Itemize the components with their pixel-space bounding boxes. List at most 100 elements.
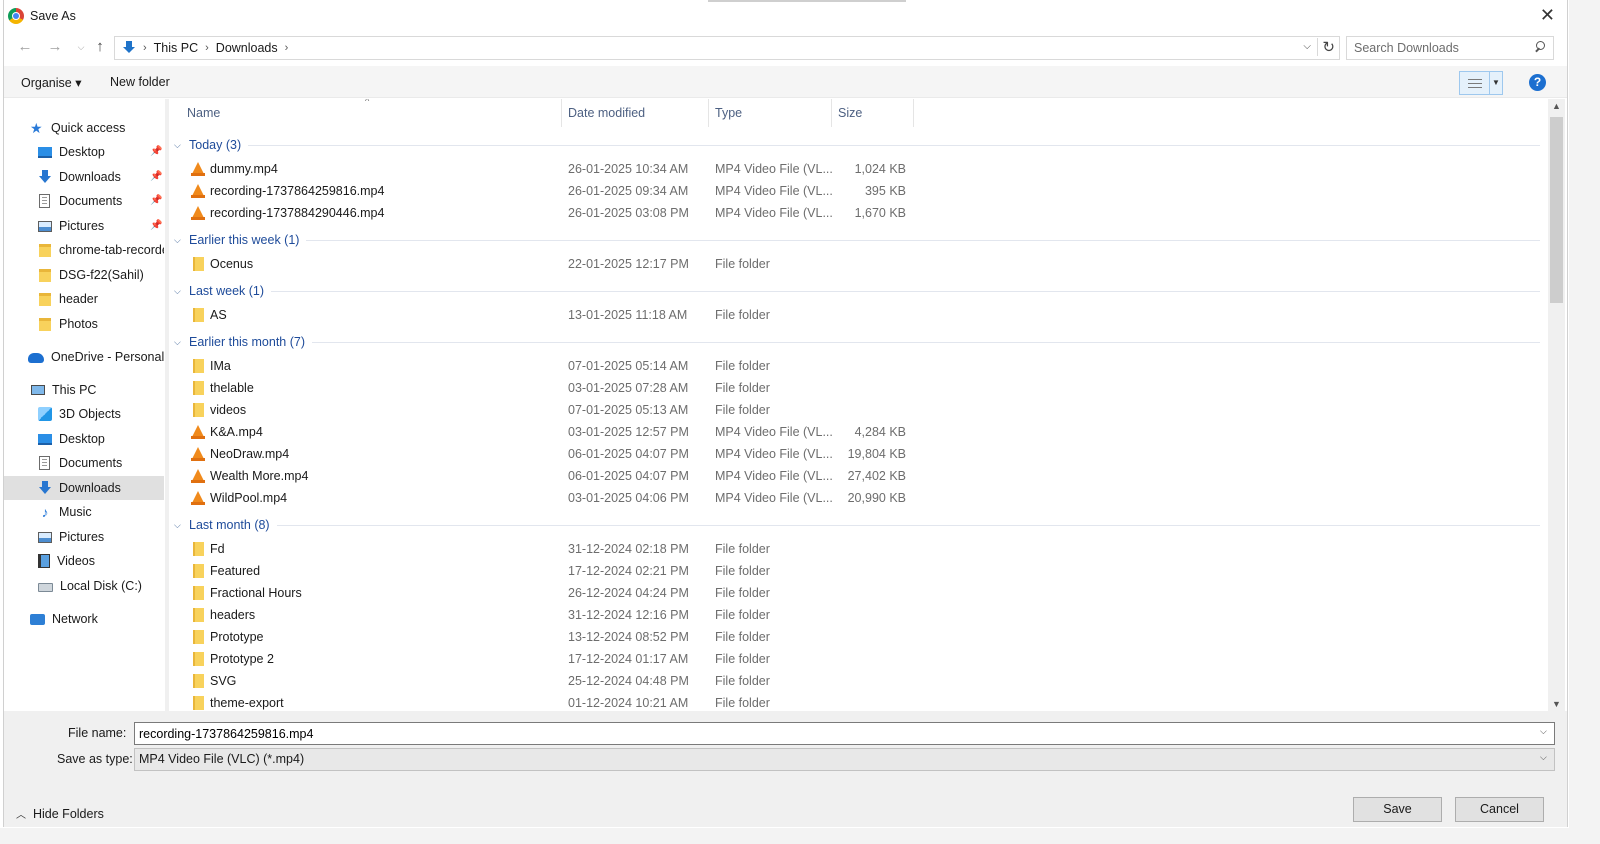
folder-icon <box>193 586 204 600</box>
recent-locations-chevron-icon[interactable]: ⌵ <box>72 42 90 53</box>
nav-quick-access[interactable]: ★ Quick access <box>4 116 164 140</box>
save-as-dialog: Save As ✕ ← → ⌵ ↑ › This PC › Downloads … <box>3 0 1568 827</box>
breadcrumb-downloads[interactable]: Downloads <box>216 41 278 55</box>
folder-icon <box>193 652 204 666</box>
nav-item-pictures[interactable]: Pictures 📌 <box>4 214 164 238</box>
nav-item-desktop[interactable]: Desktop 📌 <box>4 140 164 164</box>
file-row[interactable]: recording-1737884290446.mp4 26-01-2025 03… <box>169 202 909 224</box>
folder-row[interactable]: Featured 17-12-2024 02:21 PM File folder <box>169 560 909 582</box>
file-type: File folder <box>715 257 770 271</box>
save-button[interactable]: Save <box>1353 797 1442 822</box>
column-header-size[interactable]: Size <box>832 99 914 127</box>
folder-row[interactable]: headers 31-12-2024 12:16 PM File folder <box>169 604 909 626</box>
file-row[interactable]: dummy.mp4 26-01-2025 10:34 AM MP4 Video Fi… <box>169 158 909 180</box>
folder-row[interactable]: Prototype 2 17-12-2024 01:17 AM File folde… <box>169 648 909 670</box>
collapse-chevron-icon[interactable]: ⌵ <box>174 286 184 297</box>
forward-arrow-icon[interactable]: → <box>46 38 64 55</box>
folder-row[interactable]: videos 07-01-2025 05:13 AM File folder <box>169 399 909 421</box>
group-header[interactable]: ⌵ Last month (8) <box>174 515 1540 535</box>
scroll-up-arrow-icon[interactable]: ▲ <box>1552 101 1561 111</box>
nav-label: Quick access <box>51 121 126 135</box>
folder-icon <box>39 317 51 331</box>
pictures-icon <box>38 531 52 543</box>
onedrive-cloud-icon <box>28 353 44 363</box>
nav-item-pc-pictures[interactable]: Pictures <box>4 525 164 549</box>
group-header[interactable]: ⌵ Today (3) <box>174 135 1540 155</box>
close-icon[interactable]: ✕ <box>1540 6 1555 24</box>
nav-item-pc-desktop[interactable]: Desktop <box>4 427 164 451</box>
hide-folders-button[interactable]: ︿ Hide Folders <box>16 806 104 822</box>
organise-menu-button[interactable]: Organise ▾ <box>21 75 81 90</box>
nav-onedrive[interactable]: OneDrive - Personal <box>4 345 164 369</box>
group-header[interactable]: ⌵ Earlier this month (7) <box>174 332 1540 352</box>
file-size: 1,024 KB <box>854 162 906 176</box>
nav-label: chrome-tab-recorde <box>59 243 164 257</box>
group-header[interactable]: ⌵ Earlier this week (1) <box>174 230 1540 250</box>
scroll-down-arrow-icon[interactable]: ▼ <box>1552 699 1561 709</box>
file-row[interactable]: recording-1737864259816.mp4 26-01-2025 09… <box>169 180 909 202</box>
refresh-icon[interactable]: ↻ <box>1317 38 1335 56</box>
file-row[interactable]: Wealth More.mp4 06-01-2025 04:07 PM MP4 Vi… <box>169 465 909 487</box>
folder-row[interactable]: Prototype 13-12-2024 08:52 PM File folder <box>169 626 909 648</box>
nav-item-pc-downloads[interactable]: Downloads <box>4 476 164 500</box>
search-icon[interactable] <box>1534 41 1546 53</box>
details-view-icon[interactable] <box>1460 72 1490 94</box>
breadcrumb-this-pc[interactable]: This PC <box>154 41 198 55</box>
folder-row[interactable]: IMa 07-01-2025 05:14 AM File folder <box>169 355 909 377</box>
breadcrumb-separator-icon[interactable]: › <box>205 42 209 54</box>
file-row[interactable]: K&A.mp4 03-01-2025 12:57 PM MP4 Video File… <box>169 421 909 443</box>
file-name: Ocenus <box>210 257 254 271</box>
cancel-button[interactable]: Cancel <box>1455 797 1544 822</box>
up-arrow-icon[interactable]: ↑ <box>91 38 109 55</box>
collapse-chevron-icon[interactable]: ⌵ <box>174 520 184 531</box>
folder-row[interactable]: theme-export 01-12-2024 10:21 AM File fold… <box>169 692 909 711</box>
column-header-date-modified[interactable]: Date modified <box>562 99 709 127</box>
collapse-chevron-icon[interactable]: ⌵ <box>174 337 184 348</box>
file-name-input[interactable] <box>134 722 1555 745</box>
file-name-dropdown-icon[interactable]: ⌵ <box>1540 726 1547 737</box>
save-as-type-select[interactable]: MP4 Video File (VLC) (*.mp4) <box>134 748 1555 771</box>
folder-row[interactable]: Fd 31-12-2024 02:18 PM File folder <box>169 538 909 560</box>
address-bar[interactable]: › This PC › Downloads › ⌵ ↻ <box>114 36 1340 60</box>
new-folder-button[interactable]: New folder <box>110 75 170 89</box>
folder-icon <box>193 630 204 644</box>
folder-row[interactable]: Fractional Hours 26-12-2024 04:24 PM File … <box>169 582 909 604</box>
nav-item-local-disk[interactable]: Local Disk (C:) <box>4 574 164 598</box>
nav-item-videos[interactable]: Videos <box>4 549 164 573</box>
nav-item-photos[interactable]: Photos <box>4 312 164 336</box>
date-modified: 31-12-2024 12:16 PM <box>568 608 689 622</box>
nav-item-documents[interactable]: Documents 📌 <box>4 189 164 213</box>
nav-this-pc[interactable]: This PC <box>4 378 164 402</box>
help-icon[interactable]: ? <box>1529 74 1546 91</box>
scrollbar-thumb[interactable] <box>1550 117 1563 303</box>
back-arrow-icon[interactable]: ← <box>16 38 34 55</box>
collapse-chevron-icon[interactable]: ⌵ <box>174 235 184 246</box>
column-header-name[interactable]: Name <box>181 99 562 127</box>
file-row[interactable]: WildPool.mp4 03-01-2025 04:06 PM MP4 Video… <box>169 487 909 509</box>
nav-network[interactable]: Network <box>4 607 164 631</box>
vertical-scrollbar[interactable]: ▲ ▼ <box>1548 99 1565 711</box>
nav-item-header[interactable]: header <box>4 287 164 311</box>
nav-item-3d-objects[interactable]: 3D Objects <box>4 402 164 426</box>
folder-row[interactable]: AS 13-01-2025 11:18 AM File folder <box>169 304 909 326</box>
nav-item-chrome-tab-recorder[interactable]: chrome-tab-recorde <box>4 238 164 262</box>
column-header-type[interactable]: Type <box>709 99 832 127</box>
group-header[interactable]: ⌵ Last week (1) <box>174 281 1540 301</box>
change-view-button[interactable]: ▼ <box>1459 71 1503 95</box>
folder-row[interactable]: SVG 25-12-2024 04:48 PM File folder <box>169 670 909 692</box>
nav-item-downloads[interactable]: Downloads 📌 <box>4 165 164 189</box>
nav-item-pc-documents[interactable]: Documents <box>4 451 164 475</box>
collapse-chevron-icon[interactable]: ⌵ <box>174 140 184 151</box>
nav-item-dsg-f22[interactable]: DSG-f22(Sahil) <box>4 263 164 287</box>
search-input[interactable]: Search Downloads <box>1346 36 1554 60</box>
address-dropdown-icon[interactable]: ⌵ <box>1303 41 1311 52</box>
breadcrumb-separator-icon[interactable]: › <box>143 42 147 54</box>
breadcrumb-separator-icon[interactable]: › <box>285 42 289 54</box>
folder-row[interactable]: Ocenus 22-01-2025 12:17 PM File folder <box>169 253 909 275</box>
nav-item-music[interactable]: ♪ Music <box>4 500 164 524</box>
nav-label: Desktop <box>59 145 105 159</box>
view-options-dropdown-icon[interactable]: ▼ <box>1490 72 1502 94</box>
folder-row[interactable]: thelable 03-01-2025 07:28 AM File folder <box>169 377 909 399</box>
save-as-type-dropdown-icon[interactable]: ⌵ <box>1540 752 1547 763</box>
file-row[interactable]: NeoDraw.mp4 06-01-2025 04:07 PM MP4 Video … <box>169 443 909 465</box>
